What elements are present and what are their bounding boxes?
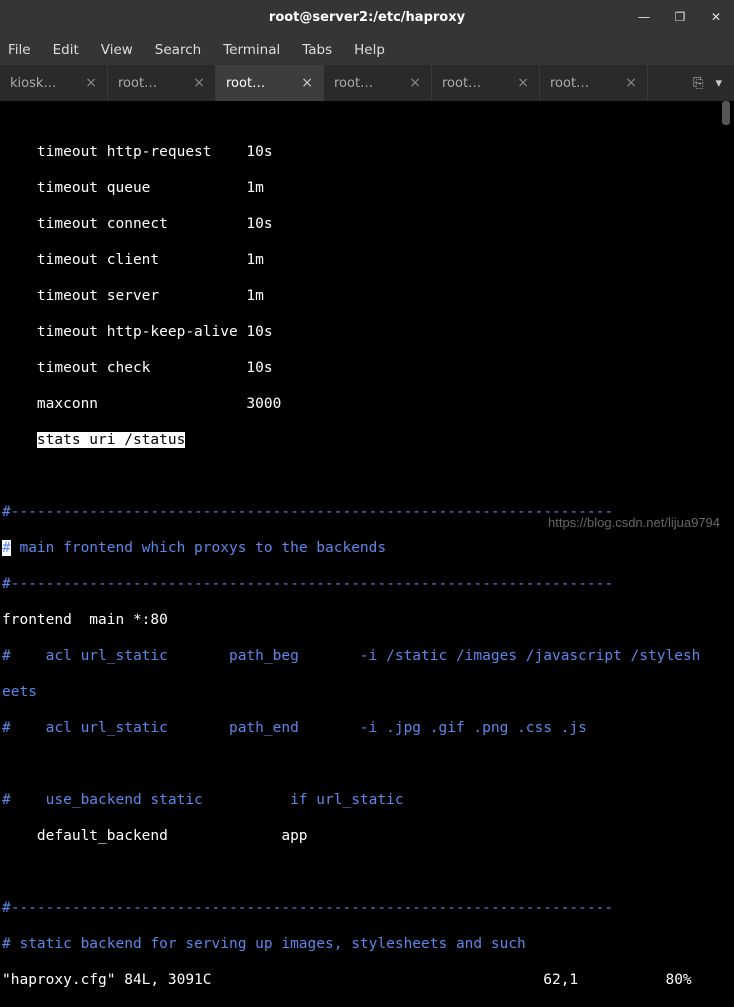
code-line: default_backend app — [2, 827, 732, 845]
tab-root-2-active[interactable]: root… × — [216, 65, 324, 101]
menu-file[interactable]: File — [8, 42, 31, 58]
tab-label: root… — [550, 76, 589, 91]
menu-help[interactable]: Help — [354, 42, 385, 58]
code-line-highlighted: stats uri /status — [2, 431, 732, 449]
window-title: root@server2:/etc/haproxy — [269, 10, 465, 25]
menubar: File Edit View Search Terminal Tabs Help — [0, 34, 734, 65]
scrollbar[interactable] — [722, 101, 730, 125]
close-button[interactable]: ✕ — [698, 0, 734, 34]
comment-line: # acl url_static path_beg -i /static /im… — [2, 647, 732, 665]
tab-root-1[interactable]: root… × — [108, 65, 216, 101]
menu-edit[interactable]: Edit — [53, 42, 79, 58]
terminal[interactable]: timeout http-request 10s timeout queue 1… — [0, 101, 734, 540]
tab-root-4[interactable]: root… × — [432, 65, 540, 101]
code-line: timeout http-request 10s — [2, 143, 732, 161]
tab-root-5[interactable]: root… × — [540, 65, 648, 101]
comment-line: #---------------------------------------… — [2, 899, 732, 917]
code-line: timeout connect 10s — [2, 215, 732, 233]
menu-terminal[interactable]: Terminal — [223, 42, 280, 58]
watermark: https://blog.csdn.net/lijua9794 — [548, 515, 720, 530]
menu-view[interactable]: View — [101, 42, 133, 58]
tab-close-icon[interactable]: × — [85, 75, 97, 91]
tab-label: root… — [334, 76, 373, 91]
tab-label: root… — [442, 76, 481, 91]
tab-close-icon[interactable]: × — [625, 75, 637, 91]
tab-close-icon[interactable]: × — [517, 75, 529, 91]
tab-root-3[interactable]: root… × — [324, 65, 432, 101]
maximize-button[interactable]: ❐ — [662, 0, 698, 34]
tabbar-right: ⎘ ▾ — [681, 65, 734, 101]
tabbar: kiosk… × root… × root… × root… × root… × root… — [0, 65, 734, 101]
tab-label: root… — [118, 76, 157, 91]
tabs-dropdown-icon[interactable]: ▾ — [715, 76, 722, 91]
code-line: timeout http-keep-alive 10s — [2, 323, 732, 341]
tab-label: kiosk… — [10, 76, 56, 91]
code-line: maxconn 3000 — [2, 395, 732, 413]
titlebar: root@server2:/etc/haproxy — ❐ ✕ — [0, 0, 734, 34]
menu-search[interactable]: Search — [155, 42, 201, 58]
window-controls: — ❐ ✕ — [626, 0, 734, 34]
comment-line: # static backend for serving up images, … — [2, 935, 732, 953]
tab-label: root… — [226, 76, 265, 91]
code-line: timeout queue 1m — [2, 179, 732, 197]
code-line: timeout client 1m — [2, 251, 732, 269]
blank-line — [2, 467, 732, 485]
blank-line — [2, 863, 732, 881]
comment-line: # use_backend static if url_static — [2, 791, 732, 809]
tab-close-icon[interactable]: × — [409, 75, 421, 91]
code-line: frontend main *:80 — [2, 611, 732, 629]
comment-line: # main frontend which proxys to the back… — [2, 539, 732, 557]
blank-line — [2, 755, 732, 773]
comment-line: eets — [2, 683, 732, 701]
tabs-overflow-icon[interactable]: ⎘ — [693, 76, 703, 91]
tab-close-icon[interactable]: × — [301, 75, 313, 91]
minimize-button[interactable]: — — [626, 0, 662, 34]
vim-status-line: "haproxy.cfg" 84L, 3091C 62,1 80% — [2, 971, 732, 989]
comment-line: # acl url_static path_end -i .jpg .gif .… — [2, 719, 732, 737]
code-line: timeout check 10s — [2, 359, 732, 377]
menu-tabs[interactable]: Tabs — [302, 42, 332, 58]
comment-line: #---------------------------------------… — [2, 575, 732, 593]
code-line: timeout server 1m — [2, 287, 732, 305]
tab-close-icon[interactable]: × — [193, 75, 205, 91]
tab-kiosk[interactable]: kiosk… × — [0, 65, 108, 101]
